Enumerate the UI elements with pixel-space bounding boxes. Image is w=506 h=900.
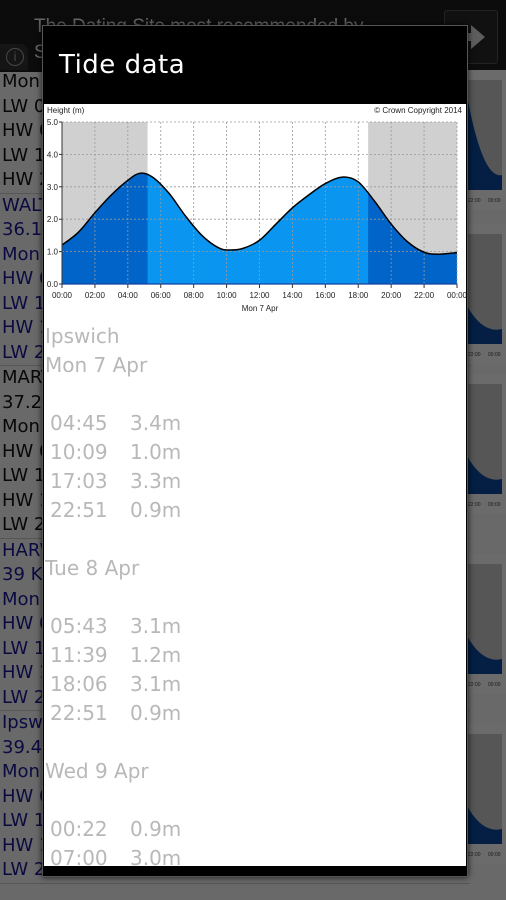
x-tick-label: 00:00: [52, 291, 73, 300]
tide-height: 0.9m: [130, 701, 182, 725]
x-tick-label: 10:00: [217, 291, 238, 300]
tide-time: 18:06: [50, 672, 108, 696]
tide-height: 1.2m: [130, 643, 182, 667]
tide-row: 11:39 1.2m: [44, 641, 466, 670]
y-tick-label: 5.0: [47, 118, 59, 127]
x-tick-label: 22:00: [414, 291, 435, 300]
location-name: Ipswich: [45, 324, 120, 348]
x-tick-label: 14:00: [282, 291, 303, 300]
x-tick-label: 16:00: [315, 291, 336, 300]
tide-height: 0.9m: [130, 498, 182, 522]
day-label: Tue 8 Apr: [45, 556, 140, 580]
tide-height: 3.1m: [130, 614, 182, 638]
tide-row: 17:03 3.3m: [44, 467, 466, 496]
tide-chart-svg: Height (m) © Crown Copyright 2014 Mon 7 …: [47, 106, 466, 313]
x-tick-label: 00:00: [447, 291, 466, 300]
tide-row: 05:43 3.1m: [44, 612, 466, 641]
tide-data-dialog: Tide data Height (m) © Crown Copyright 2…: [42, 25, 468, 877]
tide-height: 3.0m: [130, 846, 182, 866]
copyright-label: © Crown Copyright 2014: [374, 106, 462, 115]
tide-chart: Height (m) © Crown Copyright 2014 Mon 7 …: [44, 104, 466, 316]
tide-height: 1.0m: [130, 440, 182, 464]
tide-row: 00:22 0.9m: [44, 815, 466, 844]
dialog-content[interactable]: Height (m) © Crown Copyright 2014 Mon 7 …: [44, 104, 466, 866]
x-tick-label: 08:00: [184, 291, 205, 300]
dialog-title: Tide data: [59, 50, 186, 80]
y-tick-label: 2.0: [47, 215, 59, 224]
tide-row: 07:00 3.0m: [44, 844, 466, 866]
day-label: Mon 7 Apr: [45, 353, 148, 377]
x-tick-label: 20:00: [381, 291, 402, 300]
tide-time: 17:03: [50, 469, 108, 493]
tide-time: 07:00: [50, 846, 108, 866]
x-tick-label: 06:00: [151, 291, 172, 300]
tide-time: 22:51: [50, 701, 108, 725]
x-tick-label: 12:00: [249, 291, 270, 300]
tide-height: 0.9m: [130, 817, 182, 841]
tide-time: 04:45: [50, 411, 108, 435]
x-axis-label: Mon 7 Apr: [242, 304, 279, 313]
tide-time: 11:39: [50, 643, 108, 667]
tide-times-list: Ipswich Mon 7 Apr 04:45 3.4m 10:09 1.0m 17:03…: [44, 322, 466, 866]
x-tick-label: 02:00: [85, 291, 106, 300]
y-tick-label: 4.0: [47, 150, 59, 159]
tide-height: 3.4m: [130, 411, 182, 435]
tide-time: 05:43: [50, 614, 108, 638]
tide-time: 10:09: [50, 440, 108, 464]
tide-row: 22:51 0.9m: [44, 699, 466, 728]
day-label: Wed 9 Apr: [45, 759, 149, 783]
x-tick-label: 18:00: [348, 291, 369, 300]
y-tick-label: 0.0: [47, 280, 59, 289]
tide-height: 3.3m: [130, 469, 182, 493]
tide-height: 3.1m: [130, 672, 182, 696]
y-tick-label: 1.0: [47, 248, 59, 257]
tide-row: 04:45 3.4m: [44, 409, 466, 438]
y-tick-label: 3.0: [47, 183, 59, 192]
dialog-footer: [43, 866, 467, 876]
y-axis-label: Height (m): [47, 106, 85, 115]
tide-row: 22:51 0.9m: [44, 496, 466, 525]
tide-row: 10:09 1.0m: [44, 438, 466, 467]
x-tick-label: 04:00: [118, 291, 139, 300]
tide-time: 22:51: [50, 498, 108, 522]
tide-time: 00:22: [50, 817, 108, 841]
tide-row: 18:06 3.1m: [44, 670, 466, 699]
